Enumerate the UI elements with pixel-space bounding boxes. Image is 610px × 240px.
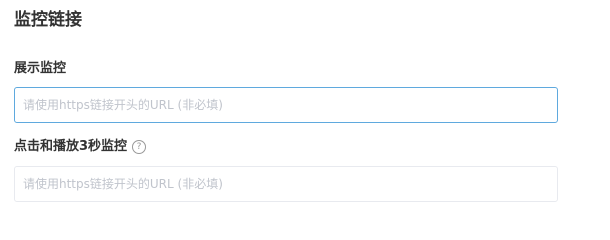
section-title: 监控链接: [14, 10, 82, 30]
impression-monitor-label: 展示监控: [14, 60, 66, 78]
impression-monitor-label-text: 展示监控: [14, 61, 67, 76]
click-play-monitor-label: 点击和播放3秒监控 ?: [14, 138, 147, 156]
question-circle-icon[interactable]: ?: [132, 140, 147, 154]
impression-monitor-url-input[interactable]: [14, 87, 558, 123]
click-play-monitor-url-input[interactable]: [14, 166, 558, 202]
click-play-monitor-label-text: 点击和播放3秒监控: [14, 139, 128, 154]
